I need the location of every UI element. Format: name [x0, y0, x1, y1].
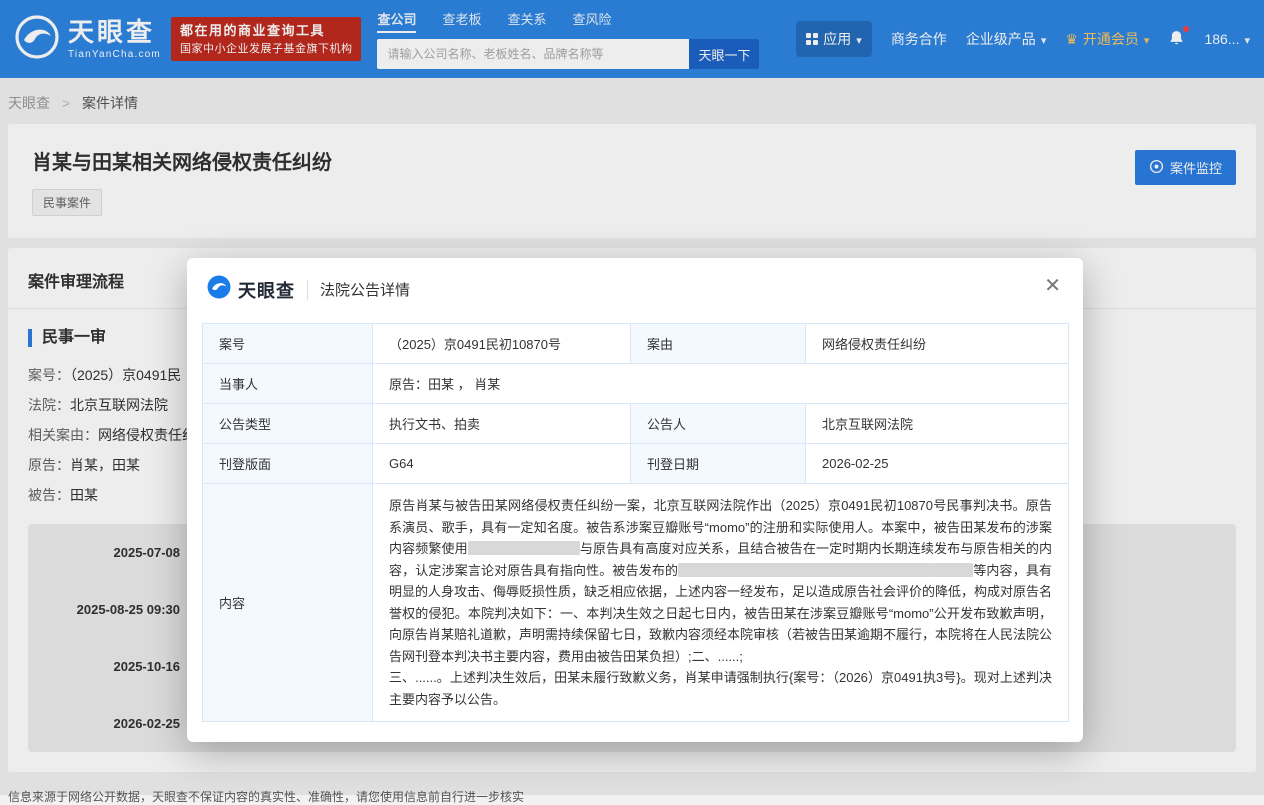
table-row: 刊登版面 G64 刊登日期 2026-02-25	[202, 443, 1069, 484]
modal-brand-logo: 天眼查	[207, 275, 295, 304]
cell-label: 案由	[630, 323, 806, 364]
redacted-block	[467, 541, 580, 555]
cell-label: 当事人	[202, 363, 373, 404]
cell-value: 北京互联网法院	[805, 403, 1069, 444]
cell-label: 内容	[202, 483, 373, 722]
cell-label: 刊登版面	[202, 443, 373, 484]
modal-header: 天眼查 法院公告详情 ✕	[187, 258, 1083, 317]
cell-value: 原告：田某 ， 肖某	[372, 363, 1069, 404]
table-row: 内容 原告肖某与被告田某网络侵权责任纠纷一案，北京互联网法院作出（2025）京0…	[202, 483, 1069, 722]
modal-brand-name: 天眼查	[238, 280, 295, 301]
cell-value: 执行文书、拍卖	[372, 403, 631, 444]
modal-title: 法院公告详情	[320, 282, 411, 299]
cell-value: 2026-02-25	[805, 443, 1069, 484]
redacted-block	[933, 562, 974, 577]
vertical-divider	[307, 279, 308, 300]
tianyancha-logo-icon	[207, 275, 231, 304]
cell-value: 网络侵权责任纠纷	[805, 323, 1069, 364]
cell-value: （2025）京0491民初10870号	[372, 323, 631, 364]
table-row: 公告类型 执行文书、拍卖 公告人 北京互联网法院	[202, 403, 1069, 444]
cell-label: 公告人	[630, 403, 806, 444]
announcement-content: 原告肖某与被告田某网络侵权责任纠纷一案，北京互联网法院作出（2025）京0491…	[372, 483, 1069, 722]
court-announcement-modal: 天眼查 法院公告详情 ✕ 案号 （2025）京0491民初10870号 案由 网…	[187, 258, 1083, 742]
close-icon[interactable]: ✕	[1040, 272, 1065, 300]
cell-label: 公告类型	[202, 403, 373, 444]
cell-label: 案号	[202, 323, 373, 364]
table-row: 当事人 原告：田某 ， 肖某	[202, 363, 1069, 404]
cell-label: 刊登日期	[630, 443, 806, 484]
cell-value: G64	[372, 443, 631, 484]
redacted-block	[678, 562, 934, 577]
announcement-table: 案号 （2025）京0491民初10870号 案由 网络侵权责任纠纷 当事人 原…	[202, 323, 1069, 722]
table-row: 案号 （2025）京0491民初10870号 案由 网络侵权责任纠纷	[202, 323, 1069, 364]
